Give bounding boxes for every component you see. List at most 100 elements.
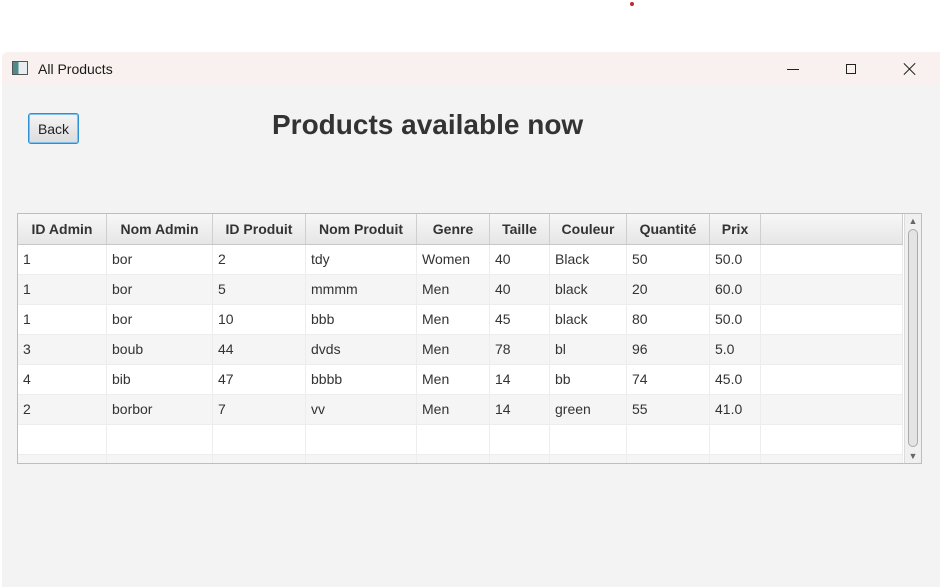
window-title: All Products <box>38 61 113 77</box>
scroll-down-icon[interactable]: ▼ <box>905 449 921 463</box>
cell-nom-admin: bor <box>107 275 213 305</box>
empty-cell <box>490 425 550 455</box>
cell-genre: Men <box>417 335 490 365</box>
cell-id-produit: 10 <box>213 305 306 335</box>
cell-genre: Men <box>417 395 490 425</box>
cell-prix: 5.0 <box>710 335 761 365</box>
cell-genre: Men <box>417 275 490 305</box>
cell-filler <box>761 395 903 425</box>
cell-genre: Men <box>417 365 490 395</box>
cell-couleur: green <box>550 395 627 425</box>
cell-nom-produit: bbb <box>306 305 417 335</box>
empty-cell <box>417 455 490 463</box>
cell-id-admin: 1 <box>18 275 107 305</box>
cell-nom-produit: vv <box>306 395 417 425</box>
cell-nom-admin: borbor <box>107 395 213 425</box>
cell-couleur: bl <box>550 335 627 365</box>
empty-cell <box>213 425 306 455</box>
column-header-id-produit[interactable]: ID Produit <box>213 214 306 244</box>
column-header-taille[interactable]: Taille <box>490 214 550 244</box>
column-header-filler <box>761 214 903 244</box>
column-header-quantite[interactable]: Quantité <box>627 214 710 244</box>
cell-quantite: 96 <box>627 335 710 365</box>
cell-filler <box>761 305 903 335</box>
cell-nom-produit: bbbb <box>306 365 417 395</box>
column-header-prix[interactable]: Prix <box>710 214 761 244</box>
scroll-thumb[interactable] <box>908 229 918 447</box>
title-bar[interactable]: All Products <box>2 52 940 86</box>
table-row[interactable]: 1 bor 5 mmmm Men 40 black 20 60.0 <box>18 275 903 305</box>
empty-cell <box>107 425 213 455</box>
empty-cell <box>18 455 107 463</box>
column-header-nom-admin[interactable]: Nom Admin <box>107 214 213 244</box>
cell-couleur: bb <box>550 365 627 395</box>
empty-cell <box>761 455 903 463</box>
scroll-up-icon[interactable]: ▲ <box>905 214 921 228</box>
cell-id-produit: 2 <box>213 245 306 275</box>
app-icon <box>12 61 28 75</box>
cell-prix: 45.0 <box>710 365 761 395</box>
cell-genre: Women <box>417 245 490 275</box>
cell-quantite: 20 <box>627 275 710 305</box>
table-row[interactable]: 1 bor 2 tdy Women 40 Black 50 50.0 <box>18 245 903 275</box>
cell-nom-produit: dvds <box>306 335 417 365</box>
table-header: ID Admin Nom Admin ID Produit Nom Produi… <box>18 214 903 245</box>
red-dot-marker <box>630 2 634 6</box>
cell-filler <box>761 335 903 365</box>
table-row[interactable]: 2 borbor 7 vv Men 14 green 55 41.0 <box>18 395 903 425</box>
cell-taille: 40 <box>490 275 550 305</box>
products-table[interactable]: ID Admin Nom Admin ID Produit Nom Produi… <box>17 213 922 464</box>
vertical-scrollbar[interactable]: ▲ ▼ <box>904 214 921 463</box>
cell-nom-admin: boub <box>107 335 213 365</box>
empty-cell <box>18 425 107 455</box>
cell-id-produit: 47 <box>213 365 306 395</box>
cell-couleur: black <box>550 305 627 335</box>
cell-nom-produit: tdy <box>306 245 417 275</box>
empty-table-row <box>18 425 903 455</box>
cell-quantite: 74 <box>627 365 710 395</box>
cell-prix: 50.0 <box>710 245 761 275</box>
empty-cell <box>490 455 550 463</box>
empty-table-row <box>18 455 903 463</box>
close-button[interactable] <box>887 52 933 86</box>
empty-cell <box>550 455 627 463</box>
back-button[interactable]: Back <box>28 113 79 144</box>
empty-cell <box>417 425 490 455</box>
column-header-genre[interactable]: Genre <box>417 214 490 244</box>
cell-quantite: 80 <box>627 305 710 335</box>
empty-cell <box>627 455 710 463</box>
cell-id-admin: 3 <box>18 335 107 365</box>
cell-prix: 41.0 <box>710 395 761 425</box>
column-header-couleur[interactable]: Couleur <box>550 214 627 244</box>
empty-cell <box>550 425 627 455</box>
cell-couleur: black <box>550 275 627 305</box>
page-title: Products available now <box>272 109 584 140</box>
column-header-id-admin[interactable]: ID Admin <box>18 214 107 244</box>
cell-nom-admin: bib <box>107 365 213 395</box>
cell-prix: 60.0 <box>710 275 761 305</box>
cell-taille: 40 <box>490 245 550 275</box>
cell-id-produit: 7 <box>213 395 306 425</box>
cell-id-admin: 4 <box>18 365 107 395</box>
table-row[interactable]: 3 boub 44 dvds Men 78 bl 96 5.0 <box>18 335 903 365</box>
empty-cell <box>306 455 417 463</box>
minimize-icon <box>787 68 799 70</box>
empty-cell <box>306 425 417 455</box>
empty-cell <box>213 455 306 463</box>
column-header-nom-produit[interactable]: Nom Produit <box>306 214 417 244</box>
empty-cell <box>761 425 903 455</box>
maximize-icon <box>846 64 856 74</box>
close-icon <box>903 62 917 76</box>
maximize-button[interactable] <box>828 52 874 86</box>
cell-id-admin: 1 <box>18 305 107 335</box>
table-row[interactable]: 4 bib 47 bbbb Men 14 bb 74 45.0 <box>18 365 903 395</box>
app-window: All Products Back Products available now… <box>2 52 940 587</box>
empty-cell <box>710 425 761 455</box>
cell-filler <box>761 245 903 275</box>
minimize-button[interactable] <box>770 52 816 86</box>
empty-cell <box>107 455 213 463</box>
cell-taille: 78 <box>490 335 550 365</box>
table-row[interactable]: 1 bor 10 bbb Men 45 black 80 50.0 <box>18 305 903 335</box>
cell-quantite: 50 <box>627 245 710 275</box>
cell-filler <box>761 275 903 305</box>
